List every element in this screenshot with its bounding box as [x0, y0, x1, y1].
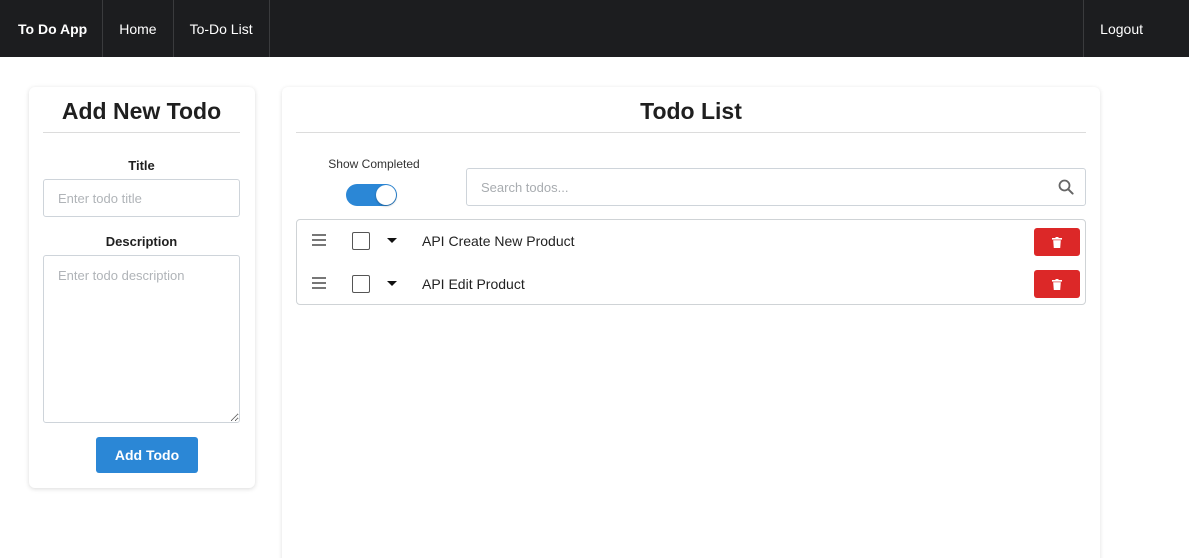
caret-down-icon[interactable] — [387, 238, 397, 243]
delete-button[interactable] — [1034, 228, 1080, 256]
nav-brand[interactable]: To Do App — [0, 0, 104, 57]
todo-row: API Edit Product — [297, 263, 1085, 305]
todo-list: API Create New Product API Edit Product — [296, 219, 1086, 305]
drag-handle-icon[interactable] — [312, 277, 326, 289]
nav-item-todo-list[interactable]: To-Do List — [174, 0, 270, 57]
title-label: Title — [128, 158, 155, 173]
search-input[interactable] — [467, 169, 1085, 205]
navbar: To Do App Home To-Do List Logout — [0, 0, 1189, 57]
show-completed-label: Show Completed — [328, 157, 420, 171]
todo-row: API Create New Product — [297, 220, 1085, 262]
toggle-knob — [376, 185, 396, 205]
add-todo-button[interactable]: Add Todo — [96, 437, 198, 473]
search-box — [466, 168, 1086, 206]
description-label: Description — [105, 234, 178, 249]
delete-button[interactable] — [1034, 270, 1080, 298]
show-completed-toggle[interactable] — [346, 184, 397, 206]
todo-checkbox[interactable] — [352, 232, 370, 250]
trash-icon — [1052, 236, 1062, 248]
drag-handle-icon[interactable] — [312, 234, 326, 246]
todo-text: API Edit Product — [422, 276, 525, 292]
logout-link[interactable]: Logout — [1083, 0, 1189, 57]
title-input[interactable] — [43, 179, 240, 217]
todo-list-card: Todo List Show Completed API Create New … — [282, 87, 1100, 558]
add-todo-card: Add New Todo Title Description Add Todo — [29, 87, 255, 488]
caret-down-icon[interactable] — [387, 281, 397, 286]
search-icon[interactable] — [1058, 179, 1074, 195]
trash-icon — [1052, 278, 1062, 290]
add-todo-heading: Add New Todo — [43, 97, 240, 133]
todo-list-heading: Todo List — [296, 97, 1086, 133]
nav-item-home[interactable]: Home — [103, 0, 174, 57]
todo-text: API Create New Product — [422, 233, 575, 249]
todo-checkbox[interactable] — [352, 275, 370, 293]
description-input[interactable] — [43, 255, 240, 423]
